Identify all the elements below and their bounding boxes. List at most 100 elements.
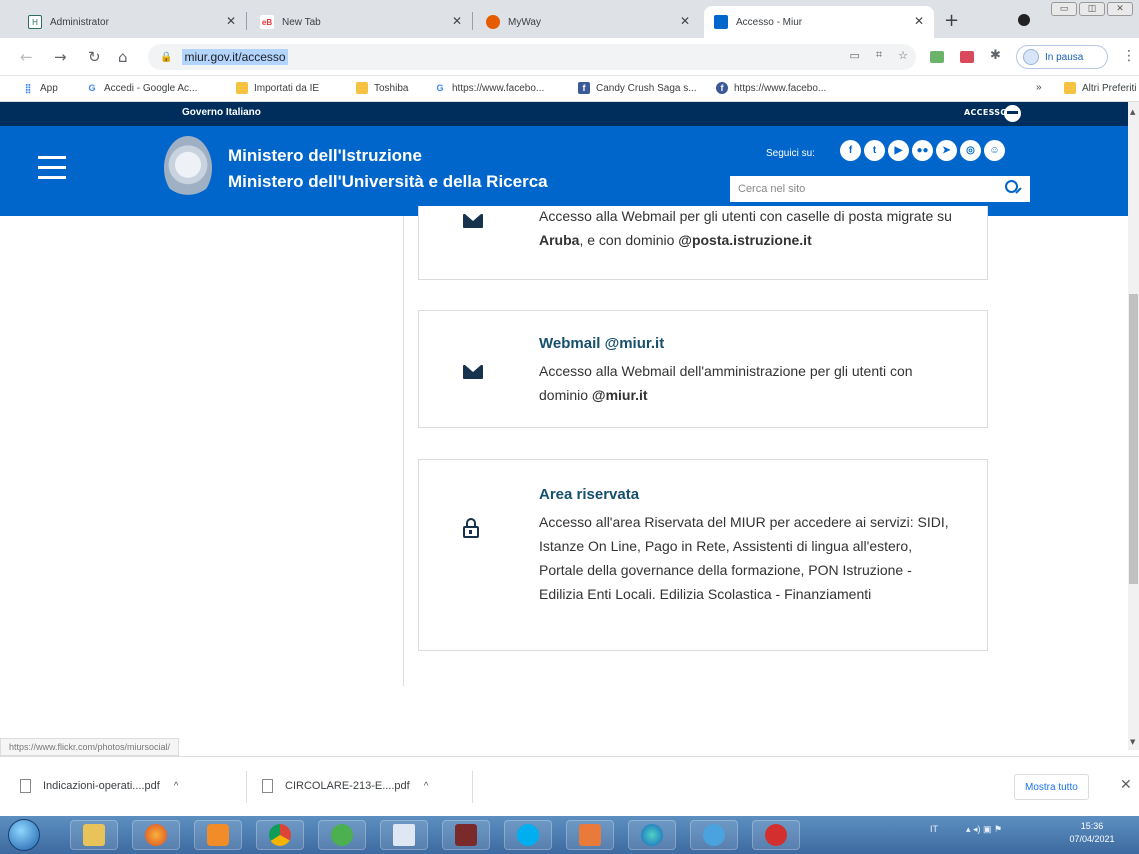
telegram-icon[interactable]: ➤ — [936, 140, 957, 161]
hamburger-menu-icon[interactable] — [38, 156, 66, 186]
bookmark-folder-toshiba[interactable]: Toshiba — [356, 82, 408, 94]
tray-icons[interactable]: ▴ ◂) ▣ ⚑ — [966, 824, 1002, 835]
taskbar-clock[interactable]: 15:36 07/04/2021 — [1050, 820, 1134, 846]
card-title[interactable]: Area riservata — [539, 486, 639, 503]
taskbar-media[interactable] — [194, 820, 242, 850]
folder-icon — [356, 82, 368, 94]
recycle-icon — [331, 824, 353, 846]
site-search-input[interactable] — [738, 183, 988, 195]
folder-icon — [236, 82, 248, 94]
taskbar-app-green[interactable] — [318, 820, 366, 850]
bookmark-folder-ie[interactable]: Importati da IE — [236, 82, 319, 94]
clock-time: 15:36 — [1080, 821, 1104, 831]
show-all-downloads-button[interactable]: Mostra tutto — [1014, 774, 1089, 800]
instagram-icon[interactable]: ◎ — [960, 140, 981, 161]
menu-kebab-icon[interactable]: ⋮ — [1122, 48, 1136, 64]
facebook-icon: f — [716, 82, 728, 94]
gov-bar-title[interactable]: Governo Italiano — [182, 107, 261, 118]
card-area-riservata[interactable]: Area riservata Accesso all'area Riservat… — [418, 459, 988, 651]
facebook-icon[interactable]: f — [840, 140, 861, 161]
close-icon[interactable]: ✕ — [452, 14, 462, 28]
reader-mode-icon[interactable]: ▭ — [850, 49, 860, 62]
card-webmail-aruba[interactable]: Accesso alla Webmail per gli utenti con … — [418, 206, 988, 280]
bookmark-facebook-2[interactable]: f https://www.facebo... — [716, 82, 826, 94]
puzzle-extensions-icon[interactable]: ✱ — [990, 48, 1001, 63]
page-scrollbar[interactable]: ▲ ▼ — [1128, 102, 1139, 750]
tab-administrator[interactable]: H Administrator ✕ — [18, 6, 246, 38]
tab-title: MyWay — [508, 16, 541, 28]
start-button[interactable] — [8, 819, 40, 851]
close-icon[interactable]: ✕ — [226, 14, 236, 28]
login-link[interactable]: ACCESSO — [964, 108, 1007, 117]
twitter-icon[interactable]: t — [864, 140, 885, 161]
bookmark-label: » — [1036, 82, 1042, 93]
scroll-up-icon[interactable]: ▲ — [1130, 108, 1135, 116]
extension-red-icon[interactable] — [960, 51, 974, 63]
taskbar-game[interactable] — [442, 820, 490, 850]
bookmark-star-icon[interactable]: ☆ — [898, 49, 908, 62]
lock-icon[interactable]: 🔒 — [160, 52, 172, 63]
address-bar[interactable]: 🔒 miur.gov.it/accesso ▭ ⌗ ☆ — [148, 44, 916, 70]
presentation-icon — [579, 824, 601, 846]
mail-icon — [463, 214, 483, 228]
minimize-icon[interactable]: ▭ — [1051, 2, 1077, 16]
bookmark-facebook-1[interactable]: G https://www.facebo... — [434, 82, 544, 94]
taskbar-chrome[interactable] — [256, 820, 304, 850]
taskbar-edge[interactable] — [628, 820, 676, 850]
bookmark-google-login[interactable]: G Accedi - Google Ac... — [86, 82, 197, 94]
tab-title: Administrator — [50, 16, 109, 28]
italian-republic-emblem-icon[interactable] — [164, 136, 212, 200]
taskbar-skype[interactable] — [504, 820, 552, 850]
scroll-down-icon[interactable]: ▼ — [1130, 738, 1135, 746]
taskbar-app-orange[interactable] — [566, 820, 614, 850]
taskbar-firefox[interactable] — [132, 820, 180, 850]
close-icon[interactable]: ✕ — [1120, 777, 1132, 793]
extension-green-icon[interactable] — [930, 51, 944, 63]
search-icon[interactable] — [1005, 180, 1018, 193]
download-filename: CIRCOLARE-213-E....pdf — [285, 780, 410, 792]
card-webmail-miur[interactable]: Webmail @miur.it Accesso alla Webmail de… — [418, 310, 988, 428]
taskbar-app-red[interactable] — [752, 820, 800, 850]
browser-tab-strip: H Administrator ✕ eB New Tab ✕ MyWay ✕ A… — [0, 0, 1139, 38]
github-icon[interactable]: ☺ — [984, 140, 1005, 161]
youtube-icon[interactable]: ▶ — [888, 140, 909, 161]
forward-arrow-icon[interactable]: → — [54, 48, 67, 66]
file-icon — [262, 779, 273, 793]
ministry-title-line2[interactable]: Ministero dell'Università e della Ricerc… — [228, 172, 548, 192]
chevron-up-icon[interactable]: ^ — [174, 781, 179, 792]
close-window-icon[interactable]: ✕ — [1107, 2, 1133, 16]
reload-icon[interactable]: ↻ — [88, 48, 101, 66]
address-url[interactable]: miur.gov.it/accesso — [182, 49, 288, 65]
taskbar-explorer[interactable] — [70, 820, 118, 850]
taskbar-ie[interactable] — [690, 820, 738, 850]
bookmark-other-favorites[interactable]: Altri Preferiti — [1064, 82, 1136, 94]
close-icon[interactable]: ✕ — [914, 14, 924, 28]
bookmarks-overflow-button[interactable]: » — [1036, 82, 1042, 93]
new-tab-button[interactable]: + — [944, 10, 959, 31]
maximize-icon[interactable]: ◫ — [1079, 2, 1105, 16]
social-links: f t ▶ ●● ➤ ◎ ☺ — [840, 140, 1005, 161]
download-item[interactable]: Indicazioni-operati....pdf ^ — [20, 779, 179, 793]
home-icon[interactable]: ⌂ — [118, 48, 128, 66]
qr-code-icon[interactable]: ⌗ — [876, 49, 882, 62]
bookmark-app[interactable]: ⣿ App — [22, 82, 58, 94]
user-icon[interactable] — [1004, 105, 1021, 122]
tab-accesso-miur[interactable]: Accesso - Miur ✕ — [704, 6, 934, 38]
tab-myway[interactable]: MyWay ✕ — [476, 6, 700, 38]
bookmark-candy-crush[interactable]: f Candy Crush Saga s... — [578, 82, 697, 94]
tray-language[interactable]: IT — [930, 824, 938, 834]
ministry-title-line1[interactable]: Ministero dell'Istruzione — [228, 146, 422, 166]
chevron-up-icon[interactable]: ^ — [424, 781, 429, 792]
download-item[interactable]: CIRCOLARE-213-E....pdf ^ — [262, 779, 428, 793]
profile-pause-button[interactable]: In pausa — [1016, 45, 1108, 69]
taskbar-notepad[interactable] — [380, 820, 428, 850]
record-icon[interactable] — [1018, 14, 1030, 26]
close-icon[interactable]: ✕ — [680, 14, 690, 28]
tab-new-tab[interactable]: eB New Tab ✕ — [250, 6, 472, 38]
government-bar: Governo Italiano ACCESSO — [0, 102, 1128, 126]
scroll-thumb[interactable] — [1129, 294, 1138, 584]
bookmarks-bar: ⣿ App G Accedi - Google Ac... Importati … — [0, 76, 1139, 102]
back-arrow-icon[interactable]: ← — [20, 48, 33, 66]
flickr-icon[interactable]: ●● — [912, 140, 933, 161]
card-title[interactable]: Webmail @miur.it — [539, 335, 664, 352]
